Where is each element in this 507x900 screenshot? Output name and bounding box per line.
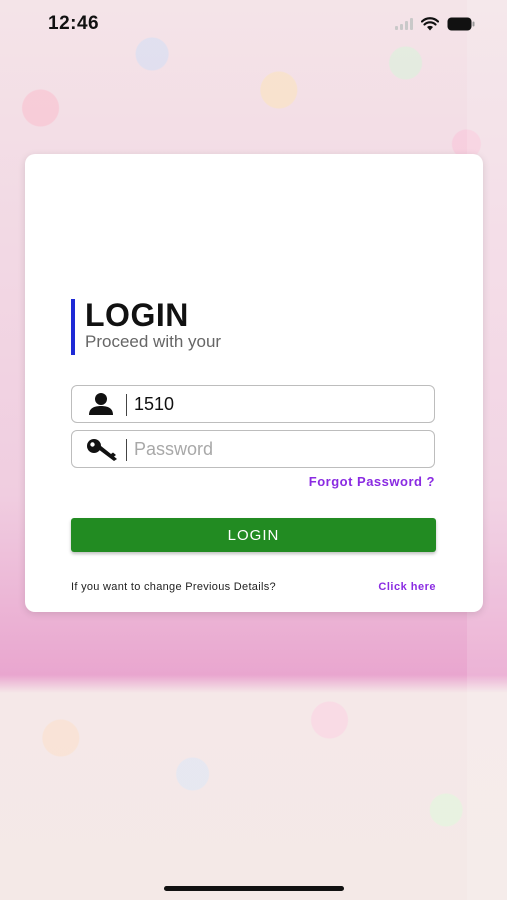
- wifi-icon: [421, 17, 439, 31]
- forgot-password-link[interactable]: Forgot Password ?: [309, 474, 435, 489]
- status-bar: 12:46: [0, 0, 507, 50]
- change-details-text: If you want to change Previous Details?: [71, 581, 276, 593]
- password-input[interactable]: [134, 435, 424, 463]
- user-icon: [86, 392, 116, 416]
- status-time: 12:46: [48, 13, 100, 34]
- battery-icon: [447, 17, 475, 31]
- password-field[interactable]: [71, 430, 435, 468]
- page-title: LOGIN: [85, 297, 189, 333]
- login-card: LOGIN Proceed with your Forgot Password …: [25, 154, 483, 612]
- signal-icon: [395, 18, 413, 30]
- username-divider: [126, 394, 127, 416]
- status-icons: [395, 14, 475, 34]
- home-indicator[interactable]: [164, 886, 344, 891]
- login-button[interactable]: LOGIN: [71, 518, 436, 552]
- key-icon: [86, 437, 117, 461]
- page-subtitle: Proceed with your: [85, 332, 222, 351]
- username-field[interactable]: [71, 385, 435, 423]
- password-divider: [126, 439, 127, 461]
- click-here-link[interactable]: Click here: [378, 581, 436, 593]
- title-block: LOGIN Proceed with your: [71, 297, 222, 355]
- username-input[interactable]: [134, 390, 424, 418]
